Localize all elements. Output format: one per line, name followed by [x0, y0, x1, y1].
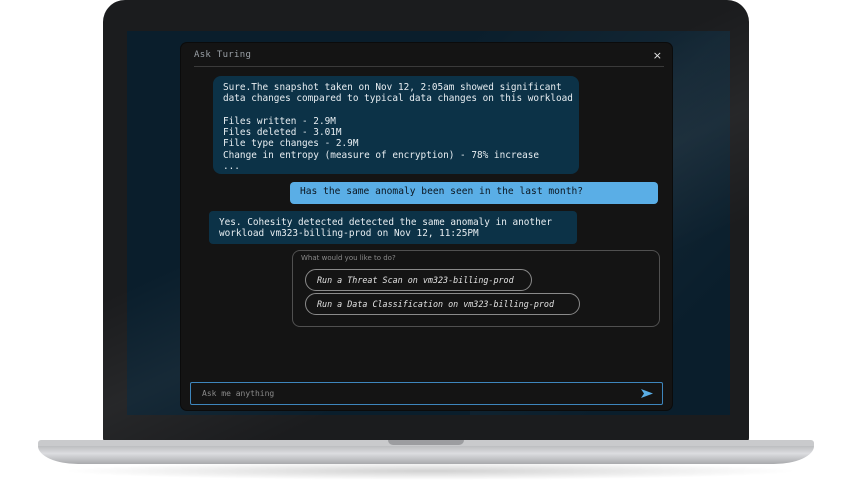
- laptop-base-body: [38, 445, 814, 464]
- panel-title: Ask Turing: [194, 50, 252, 60]
- bot-message: Yes. Cohesity detected detected the same…: [209, 211, 577, 244]
- actions-prompt: What would you like to do?: [301, 254, 396, 262]
- send-arrow-icon[interactable]: [640, 388, 654, 399]
- user-message: Has the same anomaly been seen in the la…: [290, 182, 658, 204]
- laptop-base: [38, 440, 814, 464]
- close-icon[interactable]: ×: [653, 49, 662, 62]
- data-classification-button[interactable]: Run a Data Classification on vm323-billi…: [305, 293, 580, 315]
- suggested-actions: What would you like to do? Run a Threat …: [292, 250, 660, 327]
- laptop-lid-notch: [388, 440, 464, 445]
- bot-message: Sure.The snapshot taken on Nov 12, 2:05a…: [213, 76, 579, 174]
- chat-input[interactable]: [202, 386, 622, 401]
- chat-input-bar: [190, 382, 663, 405]
- panel-header: Ask Turing ×: [194, 48, 664, 67]
- laptop-shadow: [60, 462, 800, 480]
- threat-scan-button[interactable]: Run a Threat Scan on vm323-billing-prod: [305, 269, 532, 291]
